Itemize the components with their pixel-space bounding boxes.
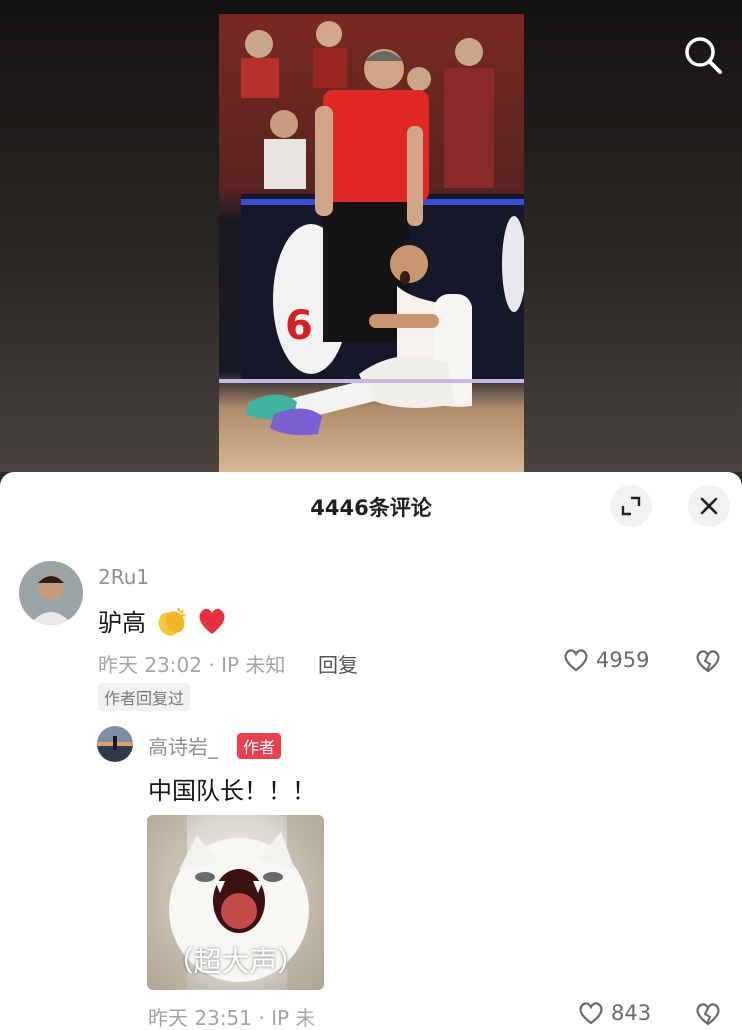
like-count: 4959: [596, 648, 650, 672]
reply-button[interactable]: 回复: [318, 649, 358, 678]
basketball-scene: 6: [219, 21, 524, 436]
search-button[interactable]: [682, 34, 724, 76]
reply-username[interactable]: 高诗岩_: [148, 731, 218, 760]
comment-username[interactable]: 2Ru1: [98, 565, 149, 589]
comment-timestamp: 昨天 23:02 · IP 未知: [98, 653, 286, 677]
red-heart-icon: [199, 608, 225, 634]
comment-text: 驴高: [98, 603, 229, 638]
dislike-button[interactable]: [694, 648, 722, 678]
reply-text: 中国队长！！！: [148, 777, 316, 805]
close-button[interactable]: [688, 485, 730, 527]
heart-outline-icon: [579, 1002, 603, 1025]
broken-heart-icon: [696, 1003, 720, 1026]
reply-like-button[interactable]: 843: [577, 1000, 651, 1026]
sticker-caption: （超大声）: [165, 945, 306, 978]
reply-dislike-button[interactable]: [694, 1001, 722, 1030]
clapping-hands-icon: [158, 607, 185, 636]
expand-button[interactable]: [610, 485, 652, 527]
svg-text:6: 6: [285, 303, 313, 349]
reply-like-count: 843: [611, 1001, 652, 1025]
reply-timestamp: 昨天 23:51 · IP 未: [148, 1006, 316, 1030]
avatar[interactable]: [19, 561, 83, 625]
blurred-region: [302, 1000, 432, 1026]
heart-outline-icon: [564, 649, 588, 672]
broken-heart-icon: [696, 650, 720, 673]
comments-sheet: 4446条评论 2Ru1 驴高 昨天 23:02 · IP 未知 回复 4959…: [0, 472, 742, 1030]
author-replied-tag: 作者回复过: [98, 683, 191, 711]
cat-sticker-image[interactable]: （超大声）: [147, 815, 324, 990]
video-frame[interactable]: 6: [219, 14, 524, 472]
like-button[interactable]: 4959: [562, 647, 649, 673]
reply-avatar[interactable]: [97, 726, 133, 762]
close-icon: [700, 497, 718, 515]
author-badge: 作者: [237, 733, 282, 759]
search-icon: [685, 37, 722, 74]
video-background: 6: [0, 0, 742, 472]
expand-icon: [621, 496, 641, 516]
